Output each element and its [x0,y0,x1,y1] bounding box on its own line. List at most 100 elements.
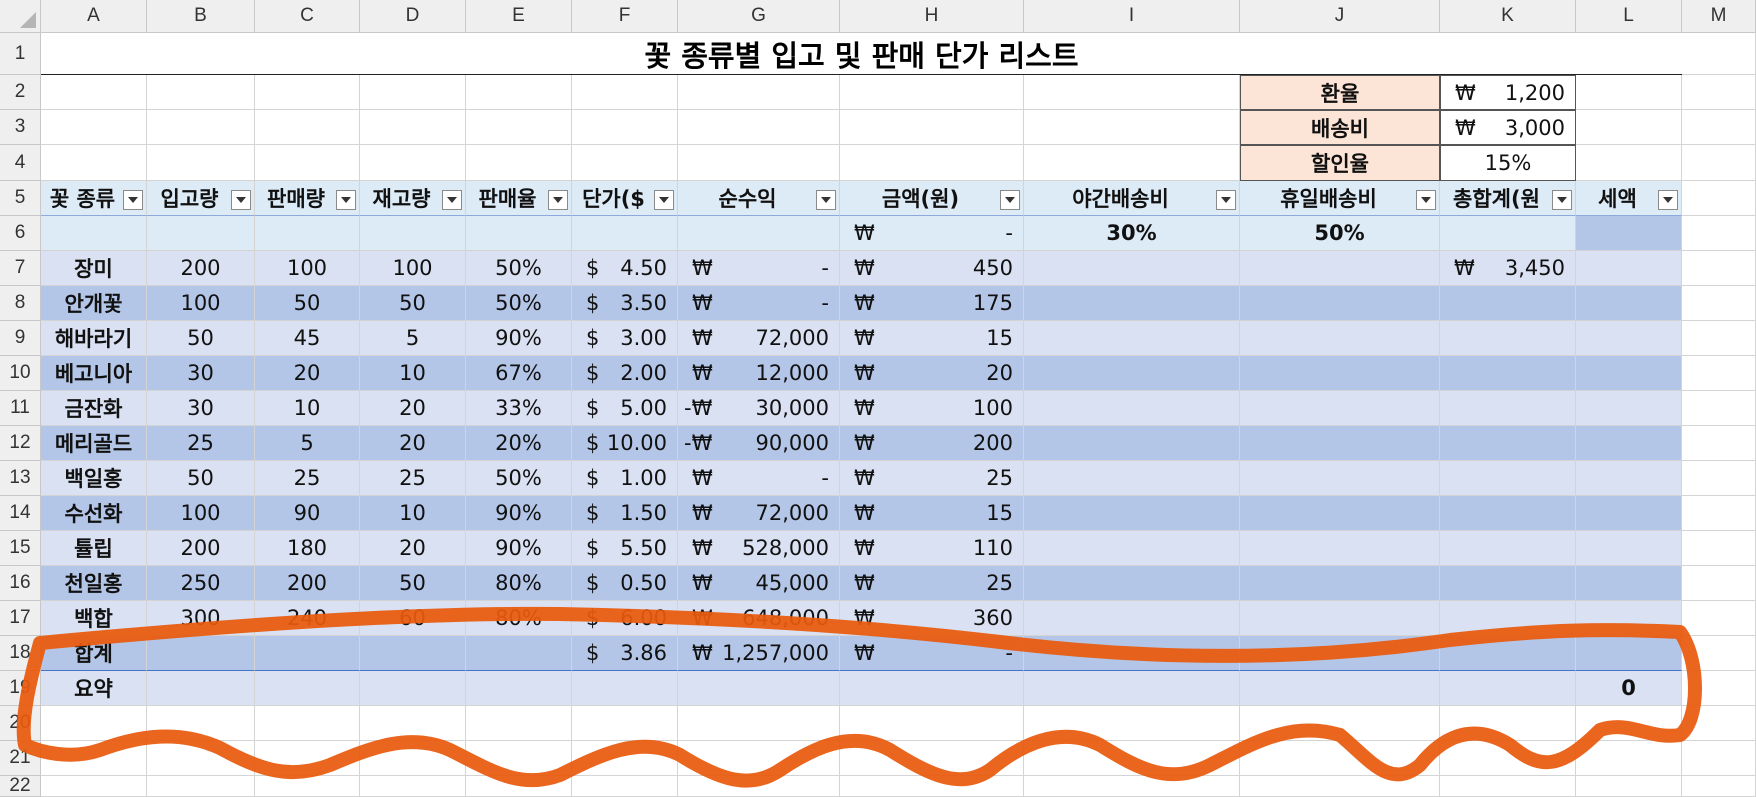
summary-label[interactable]: 요약 [41,671,147,706]
totals-cell[interactable] [1576,636,1682,671]
empty-cell[interactable] [840,741,1024,776]
empty-cell[interactable] [1440,776,1576,797]
flower-name[interactable]: 해바라기 [41,321,147,356]
empty-cell[interactable] [678,741,840,776]
sales-rate[interactable]: 50% [466,251,572,286]
tax-amount[interactable] [1576,531,1682,566]
totals-label[interactable]: 합계 [41,636,147,671]
grand-total-krw[interactable] [1440,461,1576,496]
net-profit[interactable]: ₩ - [678,251,840,286]
empty-cell[interactable] [1682,251,1756,286]
column-header-c[interactable]: C [255,0,360,33]
amount-krw[interactable]: ₩100 [840,391,1024,426]
flower-name[interactable]: 금잔화 [41,391,147,426]
empty-cell[interactable] [1682,216,1756,251]
empty-cell[interactable] [840,706,1024,741]
tax-amount[interactable] [1576,601,1682,636]
flower-name[interactable]: 장미 [41,251,147,286]
row6-cell[interactable]: ₩ - [840,216,1024,251]
row-header-10[interactable]: 10 [0,356,41,391]
night-shipping[interactable] [1024,601,1240,636]
empty-cell[interactable] [678,110,840,145]
empty-cell[interactable] [1576,110,1682,145]
empty-cell[interactable] [678,776,840,797]
sales-rate[interactable]: 80% [466,566,572,601]
summary-cell[interactable] [255,671,360,706]
empty-cell[interactable] [1682,741,1756,776]
empty-cell[interactable] [1576,145,1682,181]
stock-qty[interactable]: 5 [360,321,466,356]
row-header-7[interactable]: 7 [0,251,41,286]
received-qty[interactable]: 100 [147,286,255,321]
totals-cell[interactable] [1240,636,1440,671]
empty-cell[interactable] [1576,741,1682,776]
empty-cell[interactable] [41,145,147,181]
empty-cell[interactable] [1024,110,1240,145]
received-qty[interactable]: 200 [147,251,255,286]
table-header[interactable]: 야간배송비 [1024,181,1240,216]
holiday-shipping[interactable] [1240,601,1440,636]
unit-price-usd[interactable]: $2.00 [572,356,678,391]
empty-cell[interactable] [1024,145,1240,181]
received-qty[interactable]: 50 [147,321,255,356]
row-header-14[interactable]: 14 [0,496,41,531]
sold-qty[interactable]: 180 [255,531,360,566]
row-header-22[interactable]: 22 [0,775,41,797]
unit-price-usd[interactable]: $6.00 [572,601,678,636]
column-header-m[interactable]: M [1682,0,1756,33]
empty-cell[interactable] [41,776,147,797]
empty-cell[interactable] [1682,33,1756,75]
flower-name[interactable]: 백합 [41,601,147,636]
totals-cell[interactable]: ₩ - [840,636,1024,671]
amount-krw[interactable]: ₩20 [840,356,1024,391]
received-qty[interactable]: 200 [147,531,255,566]
empty-cell[interactable] [840,776,1024,797]
holiday-shipping[interactable] [1240,356,1440,391]
empty-cell[interactable] [255,145,360,181]
holiday-shipping[interactable] [1240,321,1440,356]
sold-qty[interactable]: 90 [255,496,360,531]
empty-cell[interactable] [1024,741,1240,776]
empty-cell[interactable] [1682,356,1756,391]
amount-krw[interactable]: ₩450 [840,251,1024,286]
holiday-shipping[interactable] [1240,426,1440,461]
flower-name[interactable]: 천일홍 [41,566,147,601]
night-shipping[interactable] [1024,531,1240,566]
filter-dropdown-icon[interactable] [336,190,356,210]
empty-cell[interactable] [147,145,255,181]
column-header-i[interactable]: I [1024,0,1240,33]
row6-cell[interactable] [572,216,678,251]
summary-cell[interactable] [466,671,572,706]
filter-dropdown-icon[interactable] [231,190,251,210]
empty-cell[interactable] [466,145,572,181]
empty-cell[interactable] [840,110,1024,145]
row-header-6[interactable]: 6 [0,216,41,251]
empty-cell[interactable] [1024,75,1240,110]
grand-total-krw[interactable]: ₩3,450 [1440,251,1576,286]
empty-cell[interactable] [466,741,572,776]
empty-cell[interactable] [360,75,466,110]
filter-dropdown-icon[interactable] [442,190,462,210]
sheet-title[interactable]: 꽃 종류별 입고 및 판매 단가 리스트 [41,33,1682,75]
grand-total-krw[interactable] [1440,531,1576,566]
empty-cell[interactable] [41,706,147,741]
row-header-12[interactable]: 12 [0,426,41,461]
setting-label[interactable]: 배송비 [1240,110,1440,145]
column-header-l[interactable]: L [1576,0,1682,33]
unit-price-usd[interactable]: $0.50 [572,566,678,601]
empty-cell[interactable] [255,706,360,741]
stock-qty[interactable]: 20 [360,426,466,461]
empty-cell[interactable] [1682,286,1756,321]
sold-qty[interactable]: 200 [255,566,360,601]
empty-cell[interactable] [840,75,1024,110]
row6-cell[interactable]: 50% [1240,216,1440,251]
tax-amount[interactable] [1576,461,1682,496]
sales-rate[interactable]: 50% [466,461,572,496]
empty-cell[interactable] [1576,706,1682,741]
empty-cell[interactable] [572,706,678,741]
unit-price-usd[interactable]: $10.00 [572,426,678,461]
empty-cell[interactable] [255,741,360,776]
empty-cell[interactable] [1682,145,1756,181]
empty-cell[interactable] [147,75,255,110]
summary-cell[interactable] [1024,671,1240,706]
